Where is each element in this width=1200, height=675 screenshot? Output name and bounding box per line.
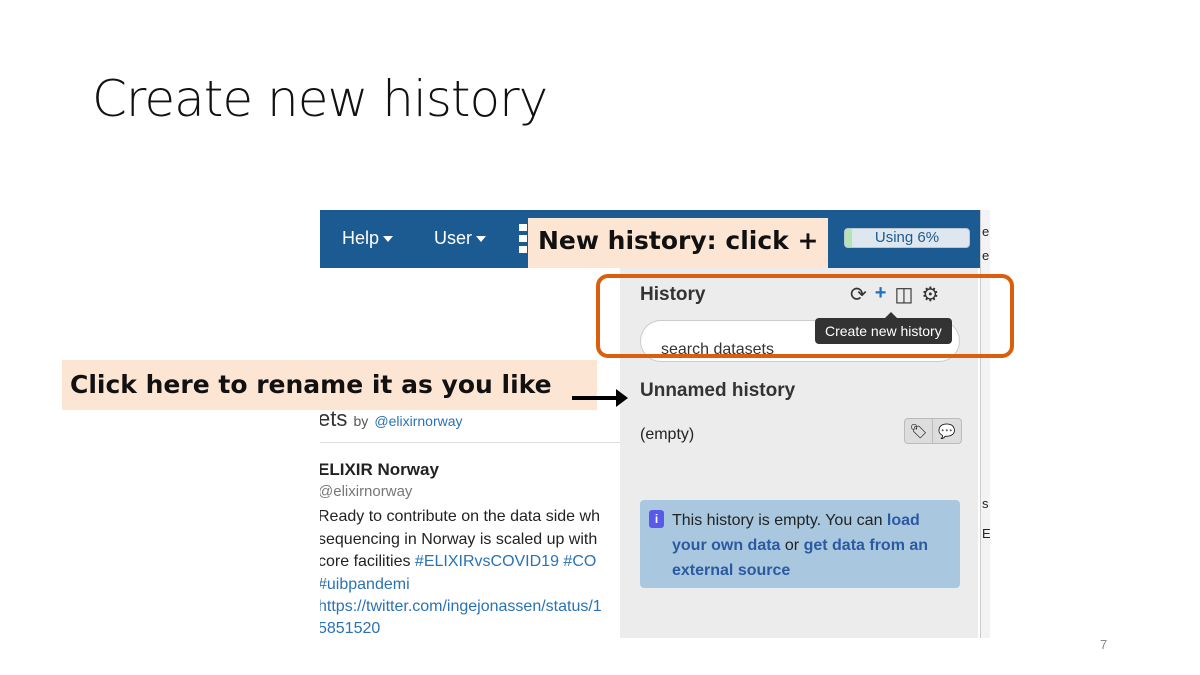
user-label: User	[434, 228, 473, 248]
tweet-text: core facilities	[320, 553, 415, 570]
highlight-box	[596, 274, 1014, 358]
hashtag-link[interactable]: #uibpandemi	[320, 576, 410, 594]
arrow-icon	[572, 389, 628, 407]
new-history-callout: New history: click +	[528, 218, 829, 268]
quota-label: Using 6%	[874, 229, 940, 246]
strip-text: e	[982, 224, 990, 239]
help-menu[interactable]: Help	[342, 228, 394, 249]
quota-fill	[845, 229, 853, 247]
by-label: by	[353, 413, 369, 429]
user-menu[interactable]: User	[434, 228, 487, 249]
history-status: (empty)	[640, 426, 695, 443]
strip-text: E	[982, 526, 990, 541]
caret-down-icon	[383, 236, 394, 243]
tweet-line: Ready to contribute on the data side wh	[320, 508, 600, 525]
page-number: 7	[1100, 637, 1108, 652]
tweet-line: core facilities #ELIXIRvsCOVID19 #CO	[320, 553, 596, 571]
history-name[interactable]: Unnamed history	[640, 380, 795, 402]
strip-text: s	[982, 496, 989, 511]
tweet-line: sequencing in Norway is scaled up with	[320, 531, 598, 548]
tags-icon[interactable]: 🏷	[905, 419, 933, 443]
tooltip: Create new history	[815, 312, 952, 344]
handle-link[interactable]: @elixirnorway	[374, 413, 462, 429]
info-text: This history is empty. You can	[672, 512, 887, 529]
info-icon: i	[649, 510, 664, 528]
tweet-author[interactable]: ELIXIR Norway	[320, 460, 439, 480]
info-or: or	[780, 537, 804, 554]
rename-callout: Click here to rename it as you like	[62, 360, 597, 410]
caret-down-icon	[476, 236, 487, 243]
history-buttons: 🏷 💬	[904, 418, 962, 444]
strip-text: e	[982, 248, 990, 263]
tweet-url-link[interactable]: 5851520	[320, 620, 380, 638]
annotation-icon[interactable]: 💬	[933, 419, 961, 443]
tweet-url-link[interactable]: https://twitter.com/ingejonassen/status/…	[320, 598, 602, 616]
grid-icon[interactable]	[519, 224, 527, 254]
tweet-handle: @elixirnorway	[320, 483, 413, 500]
help-label: Help	[342, 228, 380, 248]
empty-info-box: i This history is empty. You can load yo…	[640, 500, 960, 588]
slide-title: Create new history	[92, 70, 548, 128]
hashtag-link[interactable]: #ELIXIRvsCOVID19 #CO	[415, 553, 596, 570]
quota-meter[interactable]: Using 6%	[844, 228, 970, 248]
divider	[320, 442, 620, 443]
